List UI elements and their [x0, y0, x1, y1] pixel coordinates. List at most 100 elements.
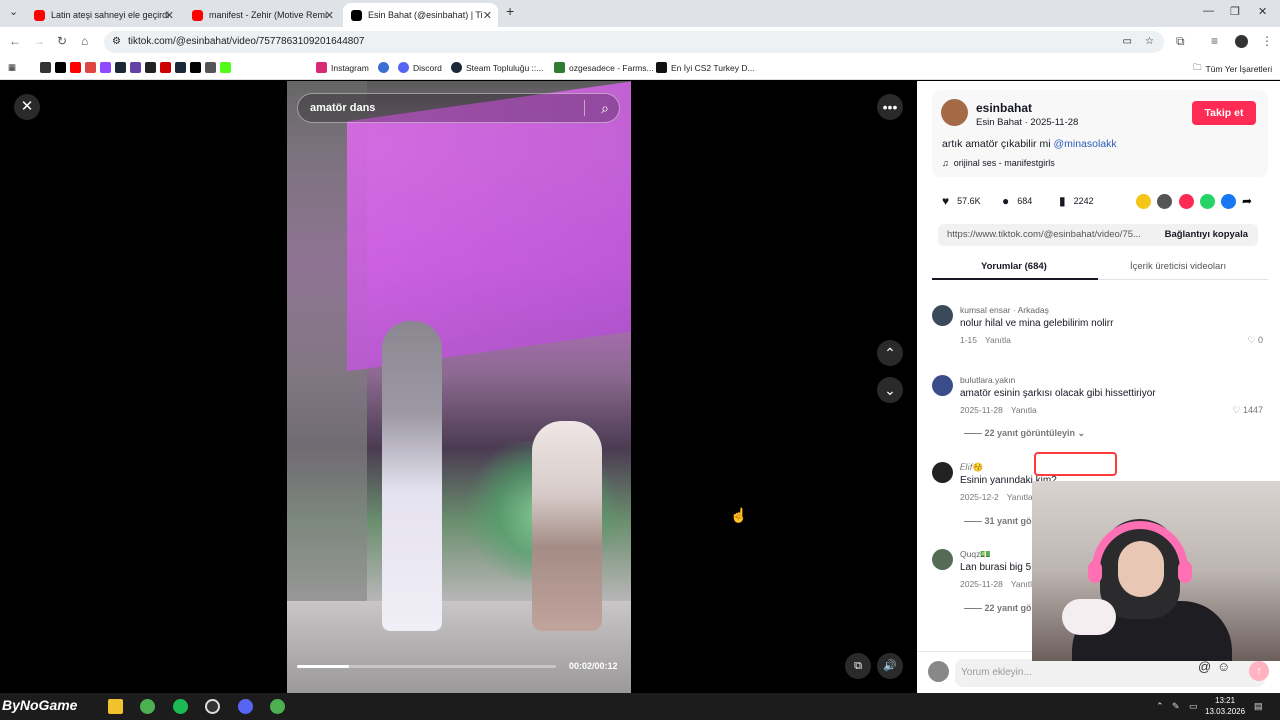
comment-meta: 2025-12-2 Yanıtla — [960, 492, 1033, 502]
obs-icon[interactable] — [205, 699, 220, 714]
close-video-button[interactable]: ✕ — [14, 94, 40, 120]
bookmarks-bar: ▦ Instagram Discord Steam Topluluğu ::..… — [0, 56, 1280, 80]
save-button[interactable]: ▮ 2242 — [1059, 194, 1094, 208]
send-icon[interactable] — [1179, 194, 1194, 209]
mouse-cursor: ☝ — [730, 507, 748, 523]
extensions-icon[interactable]: ⧉ — [1176, 34, 1185, 49]
volume-button[interactable]: 🔊 — [877, 653, 903, 679]
apps-icon[interactable]: ▦ — [8, 62, 16, 73]
close-window-icon[interactable]: ✕ — [1258, 5, 1267, 18]
send-comment-button[interactable]: ↑ — [1249, 661, 1269, 681]
comment-like[interactable]: ♡ 1447 — [1232, 405, 1263, 416]
repost-icon[interactable] — [1136, 194, 1151, 209]
mention-link[interactable]: @minasolakk — [1053, 138, 1116, 150]
new-tab-icon[interactable]: + — [506, 3, 514, 19]
bookmark-star-icon[interactable]: ☆ — [1145, 31, 1154, 53]
site-info-icon[interactable]: ⚙ — [112, 31, 121, 53]
notification-icon[interactable]: ▤ — [1254, 701, 1263, 712]
next-video-button[interactable]: ⌄ — [877, 377, 903, 403]
chrome-active-icon[interactable] — [270, 699, 285, 714]
video-stage: ✕ amatör dans ⌕ ••• ⌃ ⌄ 00:02/00:12 ⧉ 🔊 … — [0, 81, 917, 693]
bookmark-ozgesadece[interactable]: ozgesadece - Farms... — [554, 62, 654, 73]
commenter-avatar[interactable] — [932, 462, 953, 483]
creator-avatar[interactable] — [941, 99, 968, 126]
restore-icon[interactable]: ❐ — [1230, 5, 1240, 18]
reload-icon[interactable]: ↻ — [57, 34, 67, 48]
view-replies-button[interactable]: —— 22 yanıt görüntüleyin ⌄ — [964, 428, 1085, 439]
minimize-icon[interactable]: — — [1203, 5, 1214, 17]
all-bookmarks[interactable]: 🗀 Tüm Yer İşaretleri — [1193, 62, 1272, 76]
whatsapp-icon[interactable] — [1200, 194, 1215, 209]
discord-icon[interactable] — [238, 699, 253, 714]
video-progress-bar[interactable] — [297, 665, 556, 668]
like-button[interactable]: ♥ 57.6K — [942, 194, 981, 208]
copy-link-button[interactable]: Bağlantıyı kopyala — [1165, 224, 1248, 246]
reply-button[interactable]: Yanıtla — [1007, 492, 1033, 502]
pen-icon[interactable]: ✎ — [1172, 701, 1180, 712]
heart-outline-icon: ♡ — [1232, 405, 1241, 415]
my-avatar — [928, 661, 949, 682]
taskbar-clock[interactable]: 13:21 13.03.2026 — [1205, 695, 1245, 717]
spotify-icon[interactable] — [173, 699, 188, 714]
close-icon[interactable]: ✕ — [483, 9, 492, 22]
back-icon[interactable]: ← — [9, 34, 21, 48]
share-arrow-icon[interactable]: ➦ — [1242, 194, 1257, 209]
creator-card: esinbahat Esin Bahat · 2025-11-28 Takip … — [932, 90, 1268, 177]
address-bar[interactable]: ⚙ tiktok.com/@esinbahat/video/7577863109… — [104, 31, 1164, 53]
dancer-figure — [532, 421, 602, 631]
bookmark-icons-group[interactable] — [40, 62, 235, 73]
creator-username[interactable]: esinbahat — [976, 101, 1032, 115]
comment-user[interactable]: 𝐸𝑙𝑖𝑓😚 — [960, 462, 983, 473]
close-icon[interactable]: ✕ — [325, 9, 334, 22]
mention-icon[interactable]: @ — [1198, 659, 1211, 674]
facebook-icon[interactable] — [1221, 194, 1236, 209]
follow-button[interactable]: Takip et — [1192, 101, 1256, 125]
tab-tiktok-esinbahat[interactable]: Esin Bahat (@esinbahat) | Ti ✕ — [343, 3, 498, 27]
tiktok-icon — [351, 9, 362, 21]
bookmark-instagram[interactable]: Instagram — [316, 62, 369, 73]
view-replies-button[interactable]: —— 22 yanıt gö — [964, 603, 1032, 613]
comment-user[interactable]: Quqz💵 — [960, 549, 991, 560]
file-explorer-icon[interactable] — [108, 699, 123, 714]
comment-user[interactable]: bulutlara.yakın — [960, 375, 1015, 385]
video-player[interactable] — [287, 81, 631, 693]
tab-creator-videos[interactable]: İçerik üreticisi videoları — [1130, 261, 1226, 272]
view-replies-button[interactable]: —— 31 yanıt gö — [964, 516, 1032, 526]
reply-button[interactable]: Yanıtla — [1011, 405, 1037, 415]
comment-meta: 1-15 Yanıtla — [960, 335, 1011, 345]
bookmark-cs2[interactable]: En İyi CS2 Turkey D... — [656, 62, 755, 73]
embed-icon[interactable] — [1157, 194, 1172, 209]
bookmark-r[interactable] — [378, 62, 393, 73]
close-icon[interactable]: ✕ — [165, 9, 174, 22]
commenter-avatar[interactable] — [932, 549, 953, 570]
comment-like[interactable]: ♡ 0 — [1247, 335, 1263, 346]
emoji-icon[interactable]: ☺ — [1217, 659, 1230, 674]
more-options-button[interactable]: ••• — [877, 94, 903, 120]
search-icon[interactable]: ⌕ — [601, 94, 609, 122]
tab-comments[interactable]: Yorumlar (684) — [981, 261, 1047, 272]
bookmark-discord[interactable]: Discord — [398, 62, 442, 73]
tray-chevron-icon[interactable]: ⌃ — [1156, 701, 1164, 712]
commenter-avatar[interactable] — [932, 375, 953, 396]
commenter-avatar[interactable] — [932, 305, 953, 326]
pip-button[interactable]: ⧉ — [845, 653, 871, 679]
previous-video-button[interactable]: ⌃ — [877, 340, 903, 366]
reply-button[interactable]: Yanıtla — [985, 335, 1011, 345]
media-icon[interactable]: ≡ — [1211, 34, 1218, 48]
bookmark-steam[interactable]: Steam Topluluğu ::... — [451, 62, 543, 73]
tab-youtube-latin[interactable]: Latin ateşi sahneyi ele geçirdi❤️ ✕ — [26, 3, 180, 27]
forward-icon[interactable]: → — [33, 34, 45, 48]
comment-user[interactable]: kumsal ensar · Arkadaş — [960, 305, 1049, 315]
tab-youtube-manifest[interactable]: manifest - Zehir (Motive Remix ✕ — [184, 3, 340, 27]
profile-avatar[interactable] — [1235, 35, 1248, 48]
music-note-icon: ♫ — [942, 158, 949, 168]
tab-search-icon[interactable]: ⌄ — [9, 5, 18, 18]
menu-icon[interactable]: ⋮ — [1261, 34, 1273, 48]
music-label[interactable]: ♫ orijinal ses - manifestgirls — [942, 158, 1055, 168]
comment-button[interactable]: ● 684 — [1002, 194, 1032, 208]
network-icon[interactable]: ▭ — [1189, 701, 1198, 712]
video-search-input[interactable]: amatör dans ⌕ — [297, 93, 620, 123]
chrome-icon[interactable] — [140, 699, 155, 714]
cast-icon[interactable]: ▭ — [1123, 31, 1132, 53]
home-icon[interactable]: ⌂ — [81, 34, 88, 48]
